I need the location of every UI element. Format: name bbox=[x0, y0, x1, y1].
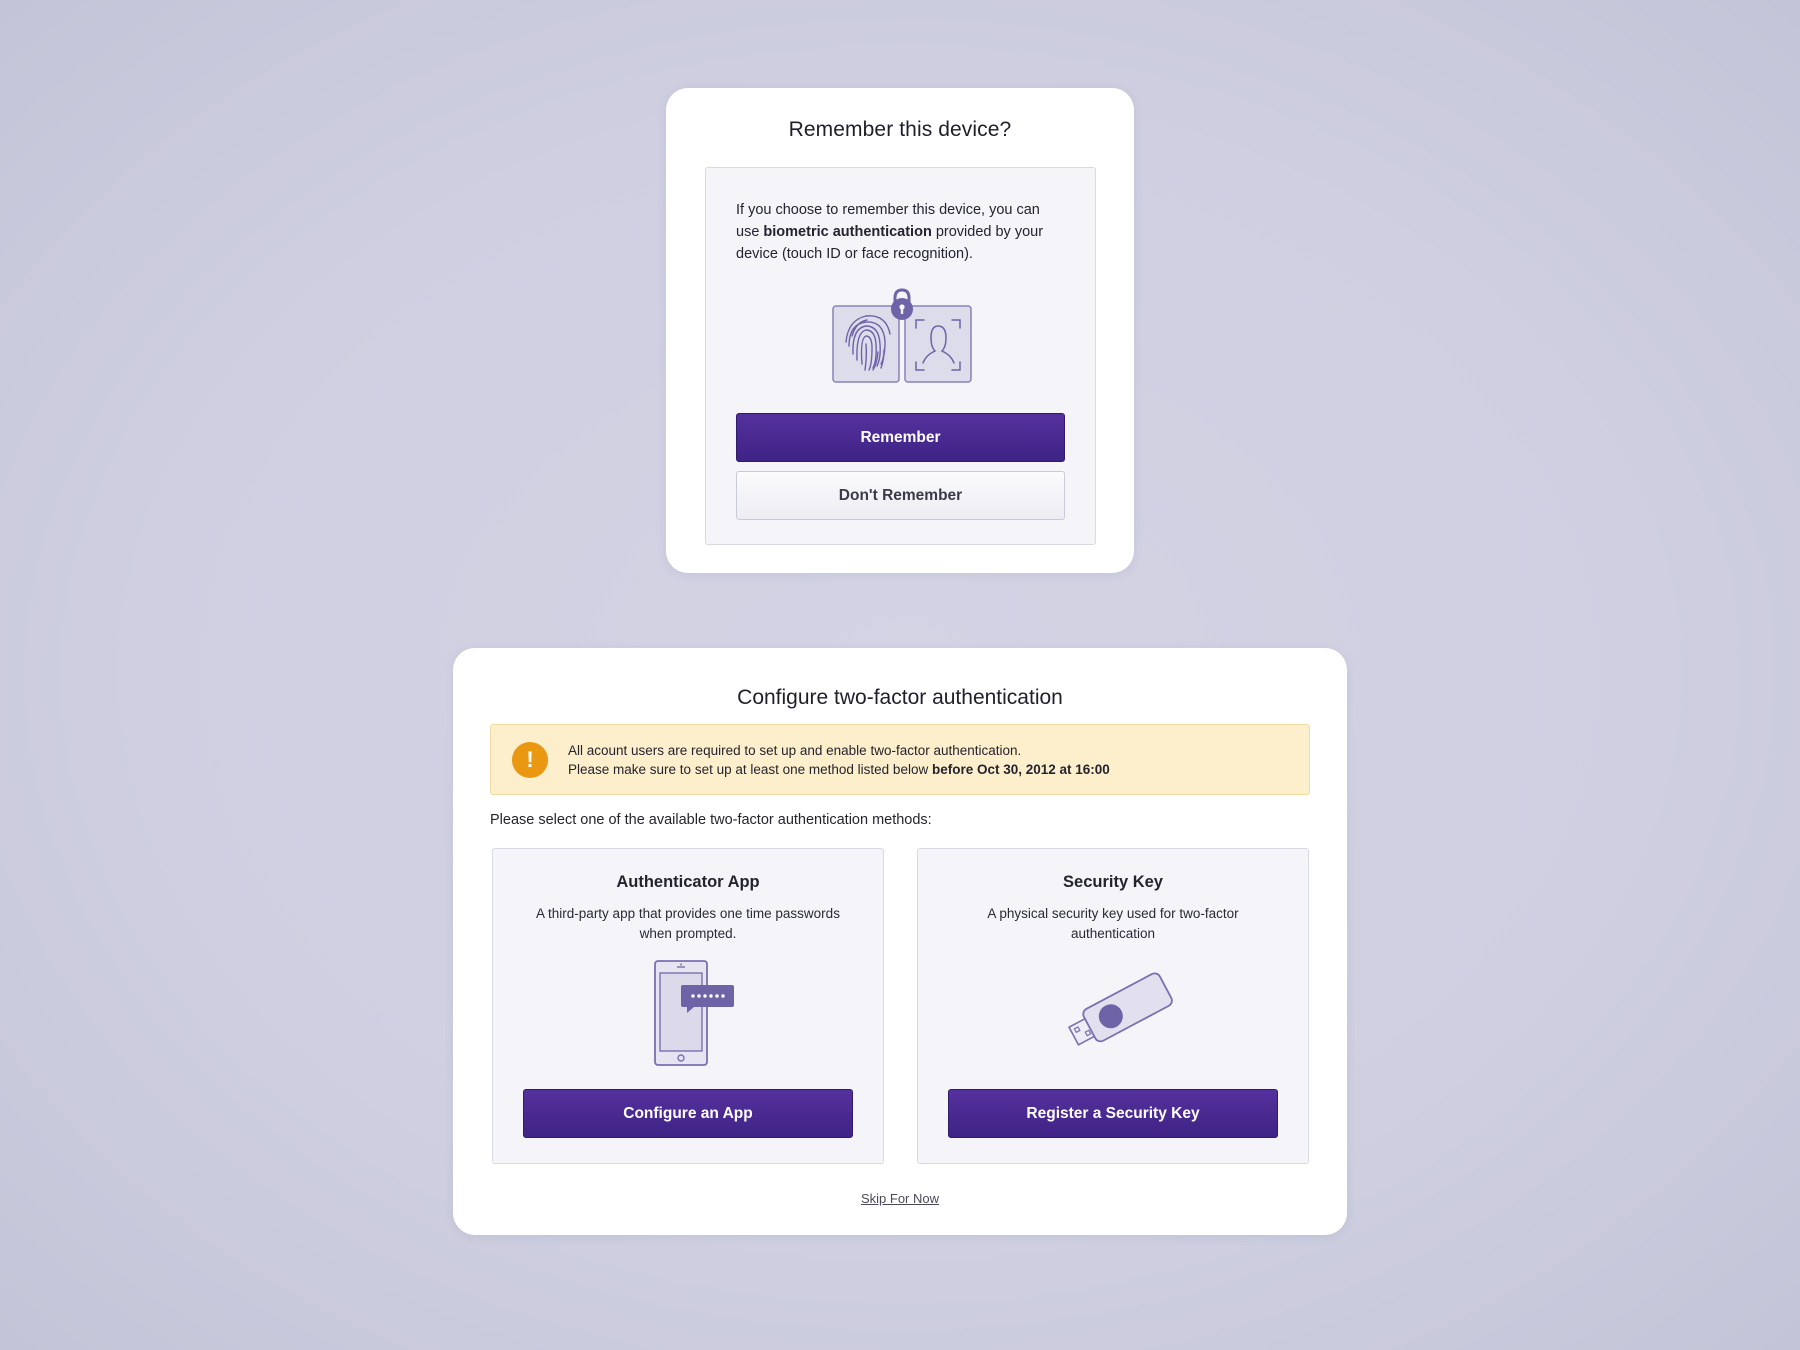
method-security-key: Security Key A physical security key use… bbox=[917, 848, 1309, 1164]
method-description: A third-party app that provides one time… bbox=[536, 906, 840, 941]
remember-card-panel: If you choose to remember this device, y… bbox=[705, 167, 1096, 545]
remember-desc-bold: biometric authentication bbox=[763, 224, 932, 240]
method-description: A physical security key used for two-fac… bbox=[987, 906, 1239, 941]
phone-otp-icon bbox=[653, 959, 739, 1069]
face-id-icon bbox=[904, 305, 972, 383]
2fa-card-title: Configure two-factor authentication bbox=[737, 686, 1063, 709]
dont-remember-button[interactable]: Don't Remember bbox=[736, 471, 1065, 520]
configure-2fa-card: Configure two-factor authentication ! Al… bbox=[453, 648, 1347, 1235]
skip-for-now-link[interactable]: Skip For Now bbox=[453, 1191, 1347, 1206]
register-security-key-button[interactable]: Register a Security Key bbox=[948, 1089, 1278, 1138]
method-title: Authenticator App bbox=[616, 873, 760, 891]
deadline-alert: ! All acount users are required to set u… bbox=[490, 724, 1310, 795]
remember-device-card: Remember this device? If you choose to r… bbox=[666, 88, 1134, 573]
exclamation-icon: ! bbox=[512, 742, 548, 778]
biometric-illustration bbox=[829, 284, 975, 384]
configure-app-button[interactable]: Configure an App bbox=[523, 1089, 853, 1138]
remember-description: If you choose to remember this device, y… bbox=[736, 199, 1066, 265]
alert-line-1: All acount users are required to set up … bbox=[568, 743, 1022, 758]
method-title: Security Key bbox=[1063, 873, 1163, 891]
method-authenticator-app: Authenticator App A third-party app that… bbox=[492, 848, 884, 1164]
alert-line-2: Please make sure to set up at least one … bbox=[568, 760, 1110, 779]
usb-security-key-icon bbox=[1058, 967, 1174, 1051]
method-prompt: Please select one of the available two-f… bbox=[490, 812, 932, 828]
alert-deadline: before Oct 30, 2012 at 16:00 bbox=[931, 762, 1110, 777]
remember-card-title: Remember this device? bbox=[788, 118, 1012, 141]
fingerprint-icon bbox=[832, 305, 900, 383]
alert-line-2-text: Please make sure to set up at least one … bbox=[568, 762, 932, 777]
alert-text: All acount users are required to set up … bbox=[568, 741, 1110, 779]
remember-button[interactable]: Remember bbox=[736, 413, 1065, 462]
lock-icon bbox=[891, 288, 913, 320]
